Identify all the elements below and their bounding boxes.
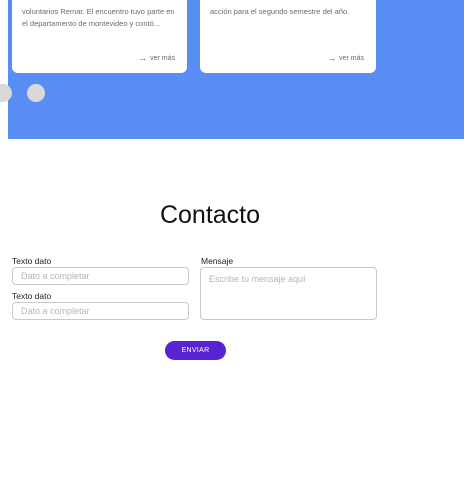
- carousel-dot[interactable]: [27, 84, 45, 102]
- see-more-label: ver más: [339, 55, 364, 62]
- see-more-link[interactable]: → ver más: [327, 54, 364, 63]
- message-textarea[interactable]: [200, 267, 377, 320]
- field-label: Texto dato: [12, 291, 52, 301]
- message-label: Mensaje: [201, 256, 234, 266]
- see-more-label: ver más: [150, 55, 175, 62]
- page-title: Contacto: [159, 201, 261, 229]
- text-data-input-2[interactable]: [12, 302, 189, 320]
- news-card[interactable]: voluntarios Remar. El encuentro tuvo par…: [12, 0, 187, 73]
- news-card-text: acción para el segundo semestre del año.: [210, 7, 350, 16]
- arrow-right-icon: →: [327, 53, 337, 63]
- field-label: Texto dato: [12, 256, 52, 266]
- see-more-link[interactable]: → ver más: [138, 54, 175, 63]
- news-card[interactable]: acción para el segundo semestre del año.…: [200, 0, 376, 73]
- arrow-right-icon: →: [138, 53, 148, 63]
- news-card-text: voluntarios Remar. El encuentro tuvo par…: [22, 7, 175, 28]
- send-button[interactable]: ENVIAR: [165, 341, 226, 360]
- text-data-input-1[interactable]: [12, 267, 189, 285]
